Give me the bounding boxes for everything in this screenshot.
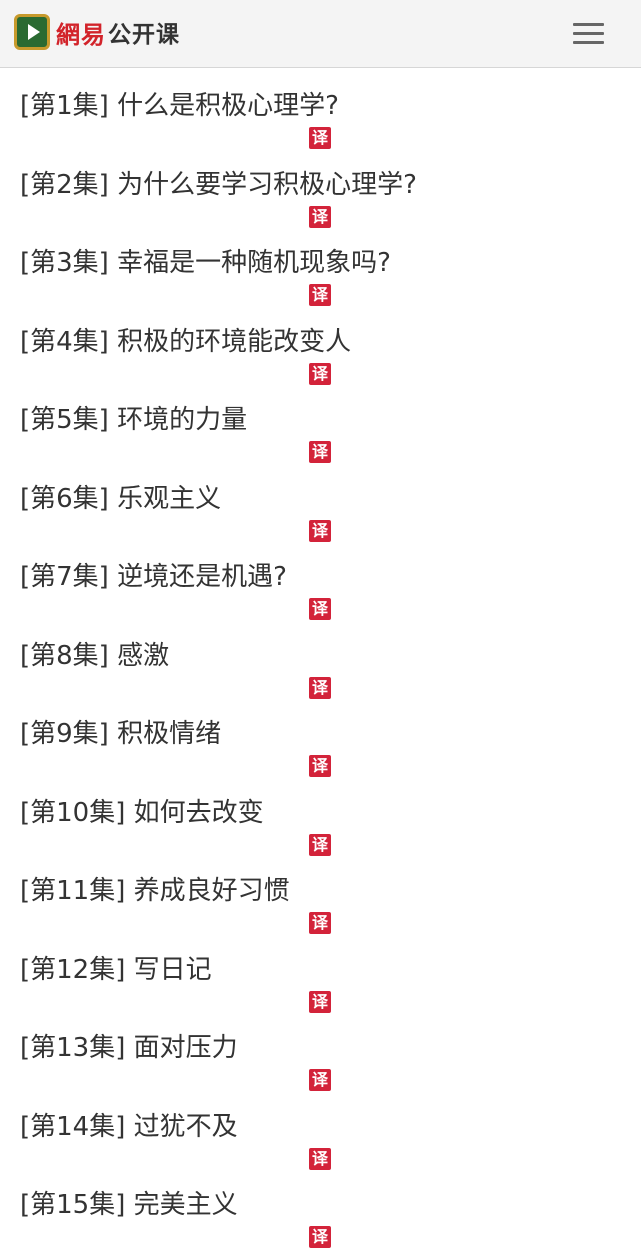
translate-badge: 译 — [309, 1069, 331, 1091]
translate-badge: 译 — [309, 833, 331, 856]
translate-badge: 译 — [309, 1147, 331, 1170]
translate-badge: 译 — [309, 441, 331, 463]
episode-link[interactable]: [第14集] 过犹不及 — [20, 1110, 238, 1144]
episode-link[interactable]: [第9集] 积极情绪 — [20, 717, 221, 751]
list-item: [第4集] 积极的环境能改变人 译 — [0, 305, 641, 385]
episode-link[interactable]: [第3集] 幸福是一种随机现象吗? — [20, 246, 391, 280]
menu-bar — [572, 22, 604, 26]
translate-badge: 译 — [309, 598, 331, 620]
menu-bar — [572, 40, 604, 44]
list-item: [第2集] 为什么要学习积极心理学? 译 — [0, 148, 641, 228]
translate-badge: 译 — [309, 127, 331, 149]
list-item: [第3集] 幸福是一种随机现象吗? 译 — [0, 226, 641, 306]
hamburger-menu-icon[interactable] — [566, 16, 610, 50]
logo-name-text: 公开课 — [108, 22, 180, 48]
top-header: 網易 公开课 — [0, 0, 641, 68]
logo-brand-text: 網易 — [56, 19, 106, 49]
episode-link[interactable]: [第2集] 为什么要学习积极心理学? — [20, 168, 417, 202]
list-item: [第6集] 乐观主义 译 — [0, 462, 641, 542]
episode-link[interactable]: [第11集] 养成良好习惯 — [20, 874, 290, 908]
menu-bar — [572, 31, 604, 35]
episode-link[interactable]: [第5集] 环境的力量 — [20, 403, 247, 437]
list-item: [第9集] 积极情绪 译 — [0, 697, 641, 777]
translate-badge: 译 — [309, 362, 331, 385]
list-item: [第1集] 什么是积极心理学? 译 — [0, 69, 641, 149]
episode-link[interactable]: [第15集] 完美主义 — [20, 1188, 238, 1222]
translate-badge: 译 — [309, 912, 331, 934]
netease-open-course-logo[interactable]: 網易 公开课 — [14, 12, 180, 52]
translate-badge: 译 — [309, 519, 331, 542]
translate-badge: 译 — [309, 755, 331, 777]
list-item: [第5集] 环境的力量 译 — [0, 383, 641, 463]
list-item: [第10集] 如何去改变 译 — [0, 776, 641, 856]
episode-link[interactable]: [第1集] 什么是积极心理学? — [20, 89, 339, 123]
episode-link[interactable]: [第10集] 如何去改变 — [20, 796, 264, 830]
translate-badge: 译 — [309, 676, 331, 699]
episode-link[interactable]: [第7集] 逆境还是机遇? — [20, 560, 287, 594]
episode-link[interactable]: [第8集] 感激 — [20, 639, 169, 673]
episode-link[interactable]: [第6集] 乐观主义 — [20, 482, 221, 516]
translate-badge: 译 — [309, 1226, 331, 1248]
episode-list: [第1集] 什么是积极心理学? 译 [第2集] 为什么要学习积极心理学? 译 [… — [0, 69, 641, 1248]
translate-badge: 译 — [309, 284, 331, 306]
translate-badge: 译 — [309, 205, 331, 228]
translate-badge: 译 — [309, 990, 331, 1013]
list-item: [第12集] 写日记 译 — [0, 933, 641, 1013]
list-item: [第15集] 完美主义 译 — [0, 1168, 641, 1248]
episode-link[interactable]: [第12集] 写日记 — [20, 953, 212, 987]
episode-link[interactable]: [第4集] 积极的环境能改变人 — [20, 325, 351, 359]
play-board-icon — [14, 14, 50, 50]
list-item: [第7集] 逆境还是机遇? 译 — [0, 540, 641, 620]
list-item: [第11集] 养成良好习惯 译 — [0, 854, 641, 934]
list-item: [第13集] 面对压力 译 — [0, 1011, 641, 1091]
episode-link[interactable]: [第13集] 面对压力 — [20, 1031, 238, 1065]
list-item: [第14集] 过犹不及 译 — [0, 1090, 641, 1170]
list-item: [第8集] 感激 译 — [0, 619, 641, 699]
